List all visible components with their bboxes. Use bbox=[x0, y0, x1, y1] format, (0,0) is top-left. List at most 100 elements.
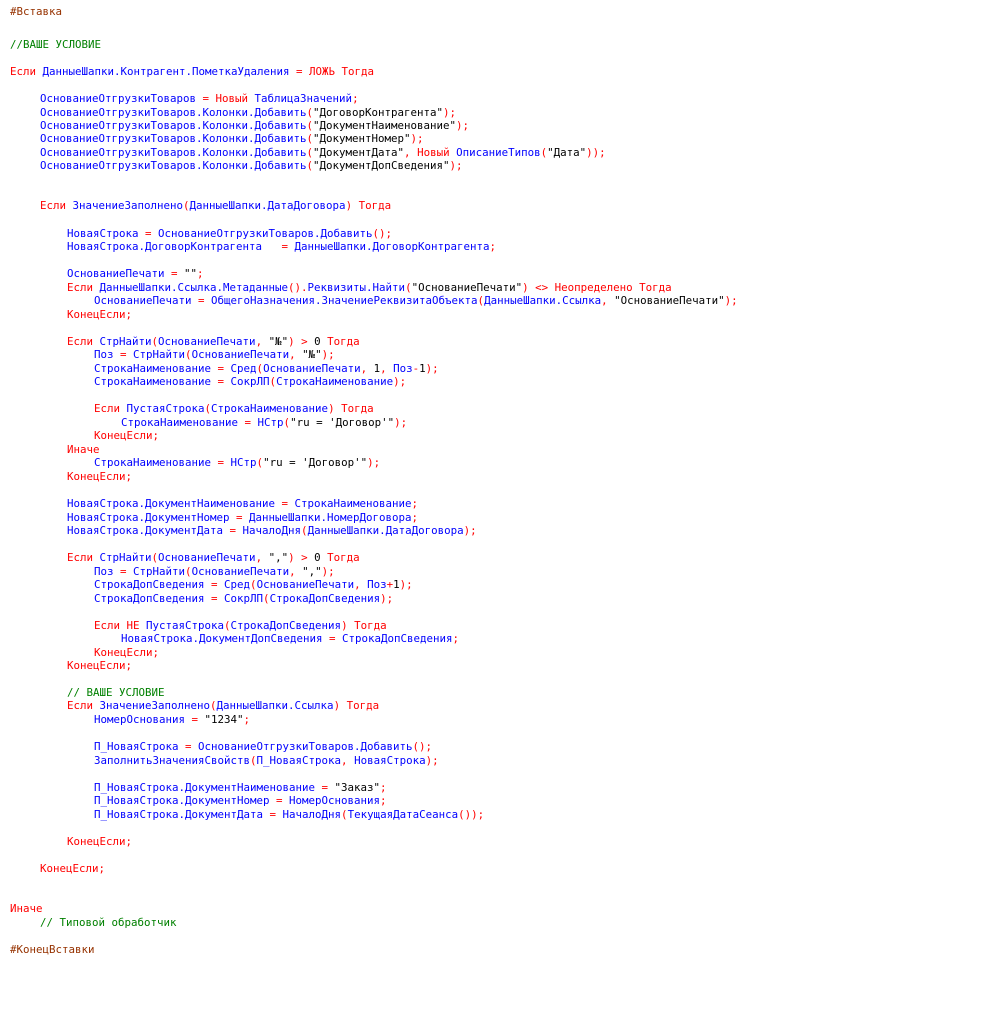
code-token-punct: ; bbox=[125, 835, 133, 848]
code-line[interactable]: П_НоваяСтрока.ДокументДата = НачалоДня(Т… bbox=[94, 808, 484, 821]
code-token-punct: , bbox=[380, 362, 394, 375]
code-token-id: НачалоДня bbox=[282, 808, 342, 821]
code-line[interactable]: ОснованиеОтгрузкиТоваров.Колонки.Добавит… bbox=[40, 119, 469, 132]
code-token-id: СтрокаНаименование bbox=[276, 375, 394, 388]
code-line[interactable]: КонецЕсли; bbox=[67, 308, 132, 321]
code-token-punct: ; bbox=[125, 308, 133, 321]
code-line[interactable]: КонецЕсли; bbox=[40, 862, 105, 875]
code-line[interactable]: Если ДанныеШапки.Контрагент.ПометкаУдале… bbox=[10, 65, 374, 78]
code-line[interactable]: СтрокаНаименование = СокрЛП(СтрокаНаимен… bbox=[94, 375, 406, 388]
code-token-id: ДанныеШапки.Ссылка bbox=[484, 294, 602, 307]
code-line[interactable]: #Вставка bbox=[10, 5, 62, 18]
code-line[interactable]: ОснованиеОтгрузкиТоваров.Колонки.Добавит… bbox=[40, 106, 456, 119]
code-line[interactable]: НомерОснования = "1234"; bbox=[94, 713, 250, 726]
code-token-op: > bbox=[301, 551, 315, 564]
code-line[interactable]: СтрокаНаименование = Сред(ОснованиеПечат… bbox=[94, 362, 439, 375]
code-token-str: "ОснованиеПечати" bbox=[411, 281, 523, 294]
code-line[interactable]: Если ПустаяСтрока(СтрокаНаименование) То… bbox=[94, 402, 374, 415]
code-token-id: ОснованиеОтгрузкиТоваров.Колонки.Добавит… bbox=[40, 159, 307, 172]
code-line[interactable]: ОснованиеОтгрузкиТоваров.Колонки.Добавит… bbox=[40, 159, 463, 172]
code-line[interactable]: КонецЕсли; bbox=[67, 470, 132, 483]
code-line[interactable]: Если СтрНайти(ОснованиеПечати, ",") > 0 … bbox=[67, 551, 360, 564]
code-token-op: = bbox=[275, 497, 295, 510]
code-line[interactable]: ОснованиеОтгрузкиТоваров.Колонки.Добавит… bbox=[40, 132, 424, 145]
code-line[interactable]: ОснованиеПечати = ОбщегоНазначения.Значе… bbox=[94, 294, 738, 307]
code-line[interactable]: Поз = СтрНайти(ОснованиеПечати, ","); bbox=[94, 565, 335, 578]
code-line[interactable]: Если СтрНайти(ОснованиеПечати, "№") > 0 … bbox=[67, 335, 360, 348]
code-token-id: СтрокаДопСведения bbox=[94, 592, 205, 605]
code-line[interactable]: НоваяСтрока.ДокументДопСведения = Строка… bbox=[121, 632, 459, 645]
code-token-op: = bbox=[164, 267, 185, 280]
code-line[interactable]: НоваяСтрока.ДокументНомер = ДанныеШапки.… bbox=[67, 511, 418, 524]
code-line[interactable]: Иначе bbox=[10, 902, 43, 915]
code-token-id: СтрокаНаименование bbox=[94, 375, 212, 388]
code-line[interactable]: ОснованиеПечати = ""; bbox=[67, 267, 204, 280]
code-token-id: НоваяСтрока.ДокументДата bbox=[67, 524, 224, 537]
code-line[interactable]: СтрокаНаименование = НСтр("ru = 'Договор… bbox=[121, 416, 407, 429]
code-token-punct: , bbox=[341, 754, 355, 767]
code-line[interactable]: НоваяСтрока.ДокументНаименование = Строк… bbox=[67, 497, 418, 510]
code-token-op: = bbox=[178, 740, 199, 753]
code-line[interactable]: КонецЕсли; bbox=[94, 429, 159, 442]
code-line[interactable]: // Типовой обработчик bbox=[40, 916, 177, 929]
code-token-id: ТаблицаЗначений bbox=[254, 92, 353, 105]
code-line[interactable]: П_НоваяСтрока.ДокументНаименование = "За… bbox=[94, 781, 387, 794]
code-token-id: ОснованиеПечати bbox=[191, 565, 290, 578]
code-editor[interactable]: #Вставка //ВАШЕ УСЛОВИЕ Если ДанныеШапки.К… bbox=[0, 0, 1006, 1024]
code-line[interactable]: НоваяСтрока.ДоговорКонтрагента = ДанныеШ… bbox=[67, 240, 496, 253]
code-token-id: ОснованиеОтгрузкиТоваров.Добавить bbox=[158, 227, 373, 240]
code-token-kw: Тогда bbox=[346, 699, 380, 712]
code-token-kw: Если bbox=[40, 199, 73, 212]
code-token-str: "," bbox=[302, 565, 322, 578]
code-line[interactable]: ЗаполнитьЗначенияСвойств(П_НоваяСтрока, … bbox=[94, 754, 439, 767]
code-token-kw: КонецЕсли bbox=[67, 470, 126, 483]
code-line[interactable]: //ВАШЕ УСЛОВИЕ bbox=[10, 38, 101, 51]
code-line[interactable]: Иначе bbox=[67, 443, 100, 456]
code-line[interactable]: П_НоваяСтрока = ОснованиеОтгрузкиТоваров… bbox=[94, 740, 432, 753]
code-token-id: ОснованиеПечати bbox=[67, 267, 165, 280]
code-token-str: "ДокументНомер" bbox=[313, 132, 411, 145]
code-line[interactable]: ОснованиеОтгрузкиТоваров.Колонки.Добавит… bbox=[40, 146, 606, 159]
code-line[interactable]: Поз = СтрНайти(ОснованиеПечати, "№"); bbox=[94, 348, 335, 361]
code-token-id: П_НоваяСтрока.ДокументДата bbox=[94, 808, 264, 821]
code-token-punct: ) bbox=[333, 699, 347, 712]
code-line[interactable]: НоваяСтрока.ДокументДата = НачалоДня(Дан… bbox=[67, 524, 477, 537]
code-token-id: СтрокаДопСведения bbox=[230, 619, 342, 632]
code-token-id: ОснованиеПечати bbox=[158, 335, 256, 348]
code-token-id: ЗначениеЗаполнено bbox=[99, 699, 211, 712]
code-token-op: = bbox=[204, 592, 225, 605]
code-token-punct: ); bbox=[367, 456, 381, 469]
code-token-op: = bbox=[223, 524, 243, 537]
code-line[interactable]: // ВАШЕ УСЛОВИЕ bbox=[67, 686, 165, 699]
code-line[interactable]: КонецЕсли; bbox=[67, 659, 132, 672]
code-line[interactable]: Если ЗначениеЗаполнено(ДанныеШапки.ДатаД… bbox=[40, 199, 391, 212]
code-line[interactable]: Если ДанныеШапки.Ссылка.Метаданные().Рек… bbox=[67, 281, 672, 294]
code-token-id: НоваяСтрока.ДокументНомер bbox=[67, 511, 230, 524]
code-line[interactable]: НоваяСтрока = ОснованиеОтгрузкиТоваров.Д… bbox=[67, 227, 392, 240]
code-token-id: ПустаяСтрока bbox=[146, 619, 225, 632]
code-token-op: = bbox=[191, 294, 212, 307]
code-line[interactable]: КонецЕсли; bbox=[94, 646, 159, 659]
code-token-op: = bbox=[315, 781, 335, 794]
code-token-punct: ) bbox=[345, 199, 359, 212]
code-line[interactable]: Если НЕ ПустаяСтрока(СтрокаДопСведения) … bbox=[94, 619, 387, 632]
code-line[interactable]: СтрокаДопСведения = Сред(ОснованиеПечати… bbox=[94, 578, 413, 591]
code-line[interactable]: ОснованиеОтгрузкиТоваров = Новый Таблица… bbox=[40, 92, 359, 105]
code-line[interactable]: СтрокаНаименование = НСтр("ru = 'Договор… bbox=[94, 456, 380, 469]
code-token-str: "ДокументНаименование" bbox=[313, 119, 457, 132]
code-line[interactable]: П_НоваяСтрока.ДокументНомер = НомерОснов… bbox=[94, 794, 387, 807]
code-token-id: ОснованиеОтгрузкиТоваров.Колонки.Добавит… bbox=[40, 132, 307, 145]
code-token-id: ЗаполнитьЗначенияСвойств bbox=[94, 754, 251, 767]
code-token-id: СтрокаНаименование bbox=[211, 402, 329, 415]
code-token-punct: , bbox=[255, 551, 269, 564]
code-token-cm: //ВАШЕ УСЛОВИЕ bbox=[10, 38, 102, 51]
code-token-punct: ); bbox=[393, 375, 407, 388]
code-token-id: ОписаниеТипов bbox=[456, 146, 541, 159]
code-token-pp: #КонецВставки bbox=[10, 943, 95, 956]
code-line[interactable]: #КонецВставки bbox=[10, 943, 95, 956]
code-token-kw: Если bbox=[10, 65, 43, 78]
code-line[interactable]: Если ЗначениеЗаполнено(ДанныеШапки.Ссылк… bbox=[67, 699, 379, 712]
code-token-punct: ); bbox=[463, 524, 477, 537]
code-line[interactable]: СтрокаДопСведения = СокрЛП(СтрокаДопСвед… bbox=[94, 592, 393, 605]
code-line[interactable]: КонецЕсли; bbox=[67, 835, 132, 848]
